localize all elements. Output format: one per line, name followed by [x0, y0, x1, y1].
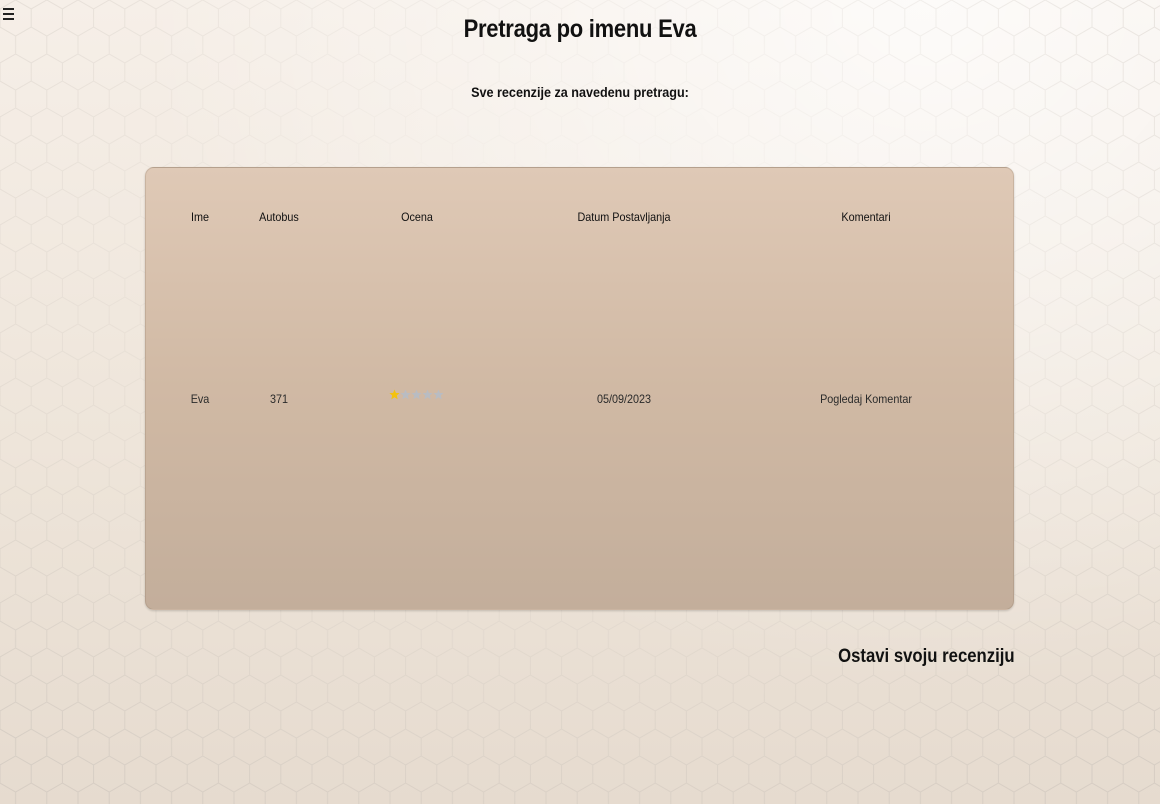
star-filled-icon	[389, 389, 400, 400]
star-empty-icon	[433, 389, 444, 400]
column-header-ime: Ime	[190, 210, 210, 224]
star-empty-icon	[411, 389, 422, 400]
column-header-komentari: Komentari	[841, 210, 891, 224]
column-header-datum: Datum Postavljanja	[577, 210, 671, 224]
page-subtitle: Sve recenzije za navedenu pretragu:	[471, 84, 689, 100]
column-header-autobus: Autobus	[259, 210, 299, 224]
star-empty-icon	[422, 389, 433, 400]
cell-datum: 05/09/2023	[596, 392, 652, 406]
view-comment-link[interactable]: Pogledaj Komentar	[820, 392, 912, 406]
hamburger-menu-icon[interactable]	[3, 6, 15, 22]
star-empty-icon	[400, 389, 411, 400]
column-header-ocena: Ocena	[401, 210, 433, 224]
page-title: Pretraga po imenu Eva	[463, 15, 697, 43]
reviews-table: Ime Autobus Ocena Datum Postavljanja Kom…	[145, 167, 1014, 610]
cell-autobus: 371	[269, 392, 289, 406]
cell-ime: Eva	[190, 392, 210, 406]
leave-review-link[interactable]: Ostavi svoju recenziju	[838, 646, 1015, 668]
star-rating	[389, 388, 444, 401]
